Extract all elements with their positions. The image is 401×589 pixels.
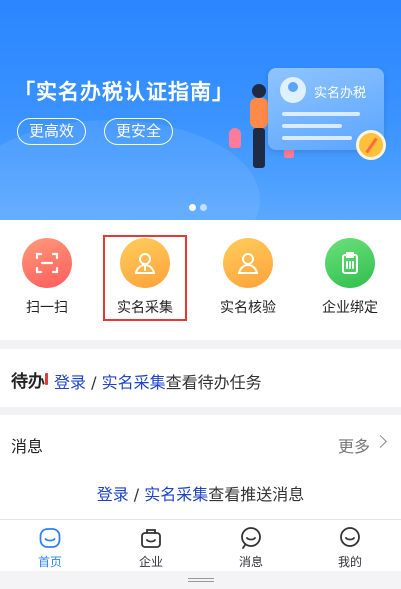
chevron-right-icon[interactable] (374, 435, 387, 448)
more-link[interactable]: 更多 (338, 433, 370, 457)
enterprise-icon (141, 529, 161, 548)
card-line (282, 112, 360, 116)
enterprise-bind-button[interactable]: 企业绑定 (305, 220, 395, 340)
banner-carousel[interactable]: 「实名办税认证指南」 更高效 更安全 实名办税 (0, 0, 401, 220)
tab-home[interactable]: 首页 (0, 520, 100, 572)
window-bottom-bar (0, 571, 401, 589)
todo-section: 待办 登录 / 实名采集查看待办任务 (0, 349, 401, 407)
highlight-box (103, 235, 187, 321)
messages-title: 消息 (11, 437, 44, 456)
home-icon (39, 528, 61, 548)
tab-profile-label: 我的 (337, 555, 362, 569)
tab-enterprise-label: 企业 (138, 555, 163, 569)
messages-body: 登录 / 实名采集查看推送消息 (0, 481, 401, 505)
drag-handle[interactable] (188, 578, 214, 582)
todo-title: 待办 (11, 372, 45, 392)
bottom-tab-bar: 首页 企业 消息 我的 (0, 519, 401, 571)
plant-illustration (229, 128, 241, 148)
todo-suffix: 查看待办任务 (165, 373, 262, 392)
tab-messages-label: 消息 (238, 555, 263, 569)
carousel-dot[interactable] (200, 204, 207, 211)
user-icon (223, 238, 273, 288)
banner-tag-efficient: 更高效 (17, 118, 87, 145)
login-link[interactable]: 登录 (54, 373, 86, 392)
banner-tag-secure: 更安全 (104, 118, 174, 145)
tab-enterprise[interactable]: 企业 (101, 520, 201, 572)
person-illustration-head (252, 84, 266, 98)
collect-link[interactable]: 实名采集 (144, 485, 208, 504)
scan-label: 扫一扫 (26, 300, 68, 316)
scan-button[interactable]: 扫一扫 (2, 220, 92, 340)
todo-text: 登录 / 实名采集查看待办任务 (54, 369, 262, 393)
quick-actions: 扫一扫 实名采集 实名核验 企业绑定 (0, 220, 401, 340)
messages-section: 消息 更多 登录 / 实名采集查看推送消息 (0, 415, 401, 519)
messages-suffix: 查看推送消息 (208, 485, 305, 504)
tab-home-label: 首页 (37, 555, 62, 569)
tab-messages[interactable]: 消息 (201, 520, 301, 572)
clipboard-icon (325, 238, 375, 288)
enterprise-bind-label: 企业绑定 (322, 300, 378, 316)
login-link[interactable]: 登录 (97, 485, 129, 504)
card-line (282, 124, 342, 128)
id-card-text: 实名办税 (314, 86, 367, 101)
scan-icon (22, 238, 72, 288)
todo-marker (45, 373, 48, 385)
separator: / (128, 485, 145, 504)
person-illustration-body (250, 98, 268, 128)
real-name-verify-button[interactable]: 实名核验 (203, 220, 293, 340)
avatar-icon (280, 77, 306, 103)
card-line (282, 136, 352, 140)
person-illustration-legs (253, 128, 265, 168)
carousel-dot[interactable] (189, 204, 196, 211)
separator: / (86, 373, 102, 392)
banner-title: 「实名办税认证指南」 (14, 80, 234, 104)
carousel-indicator (189, 196, 211, 215)
tab-profile[interactable]: 我的 (300, 520, 400, 572)
message-icon (241, 527, 261, 549)
collect-link[interactable]: 实名采集 (102, 373, 166, 392)
real-name-verify-label: 实名核验 (220, 300, 276, 316)
profile-icon (340, 527, 360, 547)
compass-icon (356, 130, 386, 160)
